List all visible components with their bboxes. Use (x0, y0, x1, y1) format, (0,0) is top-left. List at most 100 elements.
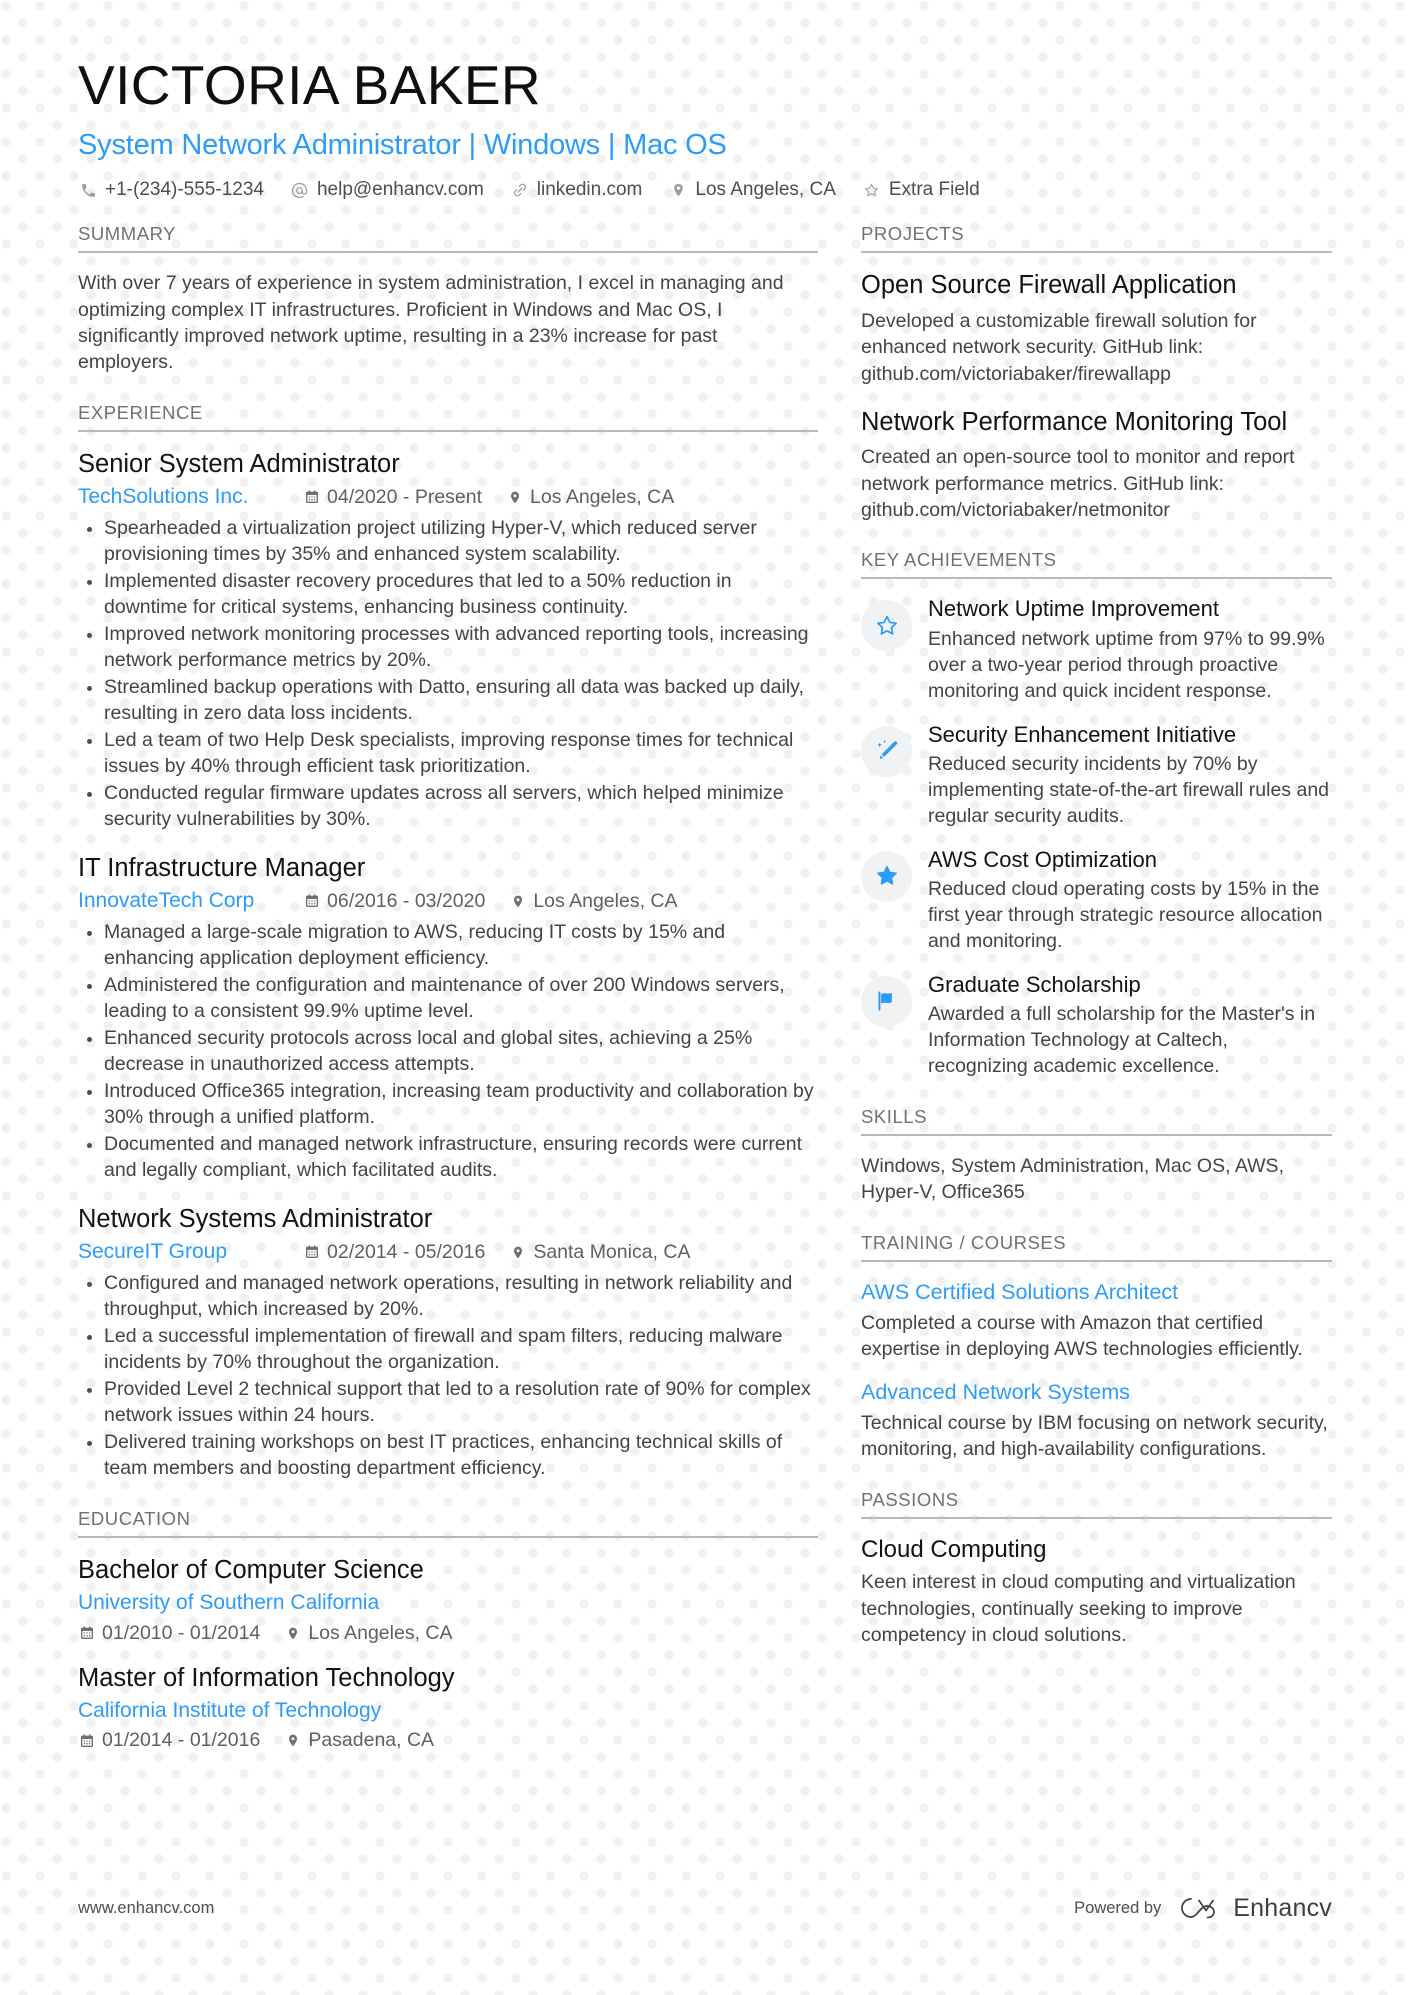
training-title[interactable]: Advanced Network Systems (861, 1379, 1332, 1406)
contact-location-text: Los Angeles, CA (695, 179, 836, 201)
experience-meta: SecureIT Group 02/2014 - 05/2016 Santa M… (78, 1239, 818, 1265)
achievement-description: Reduced security incidents by 70% by imp… (928, 752, 1330, 827)
experience-job-title: Senior System Administrator (78, 449, 400, 478)
list-item: Administered the configuration and maint… (78, 973, 818, 1025)
contact-email[interactable]: help@enhancv.com (290, 179, 484, 201)
professional-headline: System Network Administrator | Windows |… (78, 129, 727, 161)
footer-website[interactable]: www.enhancv.com (78, 1899, 214, 1918)
section-training-courses: TRAINING / COURSES AWS Certified Solutio… (861, 1232, 1332, 1463)
education-school[interactable]: University of Southern California (78, 1590, 818, 1616)
experience-job-title: IT Infrastructure Manager (78, 853, 366, 882)
page-title: VICTORIA BAKER (78, 54, 542, 116)
experience-dates: 04/2020 - Present (303, 486, 482, 509)
magic-wand-icon (861, 725, 912, 777)
project-entry: Open Source Firewall Application Develop… (861, 270, 1332, 387)
section-heading-experience: EXPERIENCE (78, 402, 818, 432)
project-description: Developed a customizable firewall soluti… (861, 309, 1257, 385)
list-item: Led a successful implementation of firew… (78, 1324, 818, 1376)
section-heading-training-courses: TRAINING / COURSES (861, 1232, 1332, 1262)
list-item: Streamlined backup operations with Datto… (78, 675, 818, 727)
project-entry: Network Performance Monitoring Tool Crea… (861, 407, 1332, 524)
experience-bullets: Managed a large-scale migration to AWS, … (78, 920, 818, 1183)
education-entry: Bachelor of Computer Science University … (78, 1555, 818, 1645)
experience-company[interactable]: SecureIT Group (78, 1239, 303, 1265)
education-dates-text: 01/2010 - 01/2014 (102, 1621, 261, 1644)
enhancv-brand-name: Enhancv (1233, 1893, 1332, 1922)
experience-entry: Senior System Administrator TechSolution… (78, 449, 818, 833)
contact-phone-text: +1-(234)-555-1234 (105, 179, 264, 201)
section-heading-education: EDUCATION (78, 1508, 818, 1538)
left-column: SUMMARY With over 7 years of experience … (78, 223, 818, 1778)
achievement-item: Network Uptime Improvement Enhanced netw… (861, 596, 1332, 704)
section-heading-key-achievements: KEY ACHIEVEMENTS (861, 549, 1332, 580)
achievement-title: Network Uptime Improvement (928, 596, 1219, 622)
experience-location: Los Angeles, CA (506, 486, 674, 509)
footer-branding: Powered by Enhancv (1074, 1893, 1332, 1923)
link-icon (510, 180, 530, 200)
project-title: Open Source Firewall Application (861, 271, 1237, 300)
experience-location-text: Los Angeles, CA (530, 485, 675, 508)
achievement-title: Security Enhancement Initiative (928, 721, 1237, 747)
achievement-item: Security Enhancement Initiative Reduced … (861, 722, 1332, 830)
section-heading-passions: PASSIONS (861, 1489, 1332, 1519)
education-school[interactable]: California Institute of Technology (78, 1698, 818, 1724)
contact-location[interactable]: Los Angeles, CA (668, 179, 836, 201)
education-meta: 01/2014 - 01/2016 Pasadena, CA (78, 1729, 818, 1752)
achievement-body: Network Uptime Improvement Enhanced netw… (928, 596, 1332, 704)
education-dates: 01/2010 - 01/2014 (78, 1622, 260, 1645)
calendar-icon (78, 1731, 95, 1750)
project-description: Created an open-source tool to monitor a… (861, 446, 1295, 522)
section-education: EDUCATION Bachelor of Computer Science U… (78, 1508, 818, 1753)
list-item: Improved network monitoring processes wi… (78, 622, 818, 674)
achievement-description: Reduced cloud operating costs by 15% in … (928, 878, 1323, 952)
list-item: Implemented disaster recovery procedures… (78, 569, 818, 621)
at-icon (290, 180, 310, 200)
contact-extra-field-text: Extra Field (888, 179, 980, 201)
project-title: Network Performance Monitoring Tool (861, 407, 1288, 436)
section-projects: PROJECTS Open Source Firewall Applicatio… (861, 223, 1332, 523)
experience-meta: TechSolutions Inc. 04/2020 - Present Los… (78, 484, 818, 510)
training-description: Technical course by IBM focusing on netw… (861, 1412, 1328, 1461)
education-dates: 01/2014 - 01/2016 (78, 1729, 260, 1752)
achievement-title: Graduate Scholarship (928, 971, 1141, 997)
calendar-icon (303, 1243, 320, 1262)
contact-link-text: linkedin.com (536, 179, 643, 201)
flag-icon (861, 975, 912, 1027)
location-pin-icon (509, 1243, 526, 1262)
phone-icon (78, 180, 98, 200)
achievement-body: Graduate Scholarship Awarded a full scho… (928, 972, 1332, 1080)
section-skills: SKILLS Windows, System Administration, M… (861, 1106, 1332, 1206)
section-heading-skills: SKILLS (861, 1106, 1332, 1137)
star-outline-icon (861, 600, 912, 652)
achievement-item: Graduate Scholarship Awarded a full scho… (861, 972, 1332, 1080)
page-footer: www.enhancv.com Powered by Enhancv (78, 1893, 1332, 1923)
experience-meta: InnovateTech Corp 06/2016 - 03/2020 Los … (78, 888, 818, 914)
experience-dates-text: 02/2014 - 05/2016 (327, 1240, 486, 1263)
education-meta: 01/2010 - 01/2014 Los Angeles, CA (78, 1622, 818, 1645)
contact-link[interactable]: linkedin.com (510, 179, 643, 201)
list-item: Delivered training workshops on best IT … (78, 1430, 818, 1482)
education-location-text: Pasadena, CA (308, 1729, 435, 1752)
location-pin-icon (506, 488, 523, 507)
section-heading-summary: SUMMARY (78, 223, 818, 254)
experience-company[interactable]: TechSolutions Inc. (78, 484, 303, 510)
list-item: Spearheaded a virtualization project uti… (78, 516, 818, 568)
powered-by-label: Powered by (1074, 1898, 1162, 1917)
location-pin-icon (509, 892, 526, 911)
contact-phone[interactable]: +1-(234)-555-1234 (78, 179, 264, 201)
list-item: Enhanced security protocols across local… (78, 1026, 818, 1078)
experience-dates: 02/2014 - 05/2016 (303, 1241, 485, 1264)
experience-location-text: Santa Monica, CA (533, 1240, 691, 1263)
training-title[interactable]: AWS Certified Solutions Architect (861, 1279, 1332, 1306)
star-outline-icon (862, 180, 882, 200)
achievement-item: AWS Cost Optimization Reduced cloud oper… (861, 847, 1332, 955)
education-degree: Bachelor of Computer Science (78, 1555, 424, 1584)
education-dates-text: 01/2014 - 01/2016 (102, 1729, 261, 1752)
experience-company[interactable]: InnovateTech Corp (78, 888, 303, 914)
achievement-body: Security Enhancement Initiative Reduced … (928, 722, 1332, 830)
contact-extra-field[interactable]: Extra Field (862, 179, 980, 201)
section-passions: PASSIONS Cloud Computing Keen interest i… (861, 1489, 1332, 1649)
achievement-body: AWS Cost Optimization Reduced cloud oper… (928, 847, 1332, 955)
experience-entry: Network Systems Administrator SecureIT G… (78, 1204, 818, 1482)
achievement-title: AWS Cost Optimization (928, 846, 1158, 872)
